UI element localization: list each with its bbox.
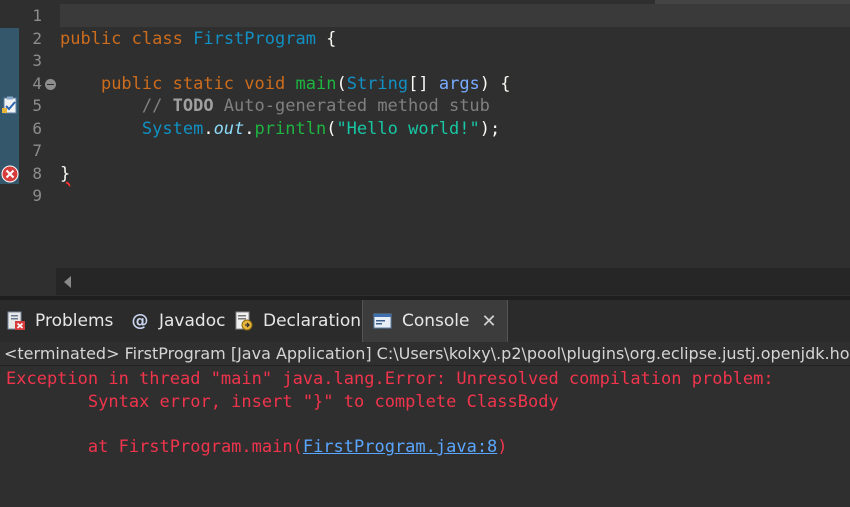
line-number: 3 <box>32 51 42 70</box>
bottom-panel-tabs: Problems @ Javadoc Declaration Console ✕ <box>0 296 850 342</box>
tab-declaration[interactable]: Declaration <box>234 300 361 342</box>
closing-brace-error: } <box>60 163 71 184</box>
tab-label: Declaration <box>263 311 362 331</box>
keyword: static <box>172 73 235 94</box>
code-line-2[interactable]: public class FirstProgram { <box>60 28 850 51</box>
paren: ( <box>326 118 337 139</box>
keyword: public <box>100 73 163 94</box>
task-icon[interactable] <box>1 96 19 114</box>
method-name: main <box>295 73 337 94</box>
code-line-6[interactable]: System.out.println("Hello world!"); <box>60 118 850 141</box>
string-literal: "Hello world!" <box>336 118 480 139</box>
method-name: println <box>254 118 327 139</box>
code-editor[interactable]: 1 2 3 4 5 6 7 8 9 public class FirstProg… <box>0 0 850 296</box>
array-brackets: [] <box>408 73 439 94</box>
keyword: public <box>60 28 122 49</box>
type-name: String <box>346 73 409 94</box>
paren: ) { <box>479 73 511 94</box>
declaration-icon <box>235 311 253 331</box>
code-line-5[interactable]: // TODO Auto-generated method stub <box>60 95 850 118</box>
console-output[interactable]: Exception in thread "main" java.lang.Err… <box>0 367 850 507</box>
dot: . <box>203 118 214 139</box>
line-number-gutter: 1 2 3 4 5 6 7 8 9 <box>22 5 60 208</box>
code-area[interactable]: public class FirstProgram { public stati… <box>60 5 850 208</box>
fold-collapse-icon[interactable] <box>45 78 56 90</box>
console-icon <box>373 313 392 329</box>
static-field: out <box>213 118 245 139</box>
keyword: void <box>244 73 286 94</box>
keyword: class <box>131 28 183 49</box>
paren: ); <box>479 118 501 139</box>
scroll-left-icon[interactable] <box>64 276 71 288</box>
stacktrace-suffix: ) <box>497 437 508 457</box>
line-number: 6 <box>32 118 42 138</box>
dot: . <box>244 118 255 139</box>
tab-label: Javadoc <box>159 311 226 331</box>
line-number-4: 4 <box>22 73 60 96</box>
comment-text: Auto-generated method stub <box>213 96 490 116</box>
todo-tag: TODO <box>172 96 214 116</box>
brace: { <box>315 28 337 49</box>
source-link[interactable]: FirstProgram.java:8 <box>303 437 497 457</box>
parameter: args <box>438 73 480 94</box>
code-line-9[interactable] <box>60 185 850 208</box>
line-number: 8 <box>32 163 42 183</box>
paren: ( <box>336 73 347 94</box>
console-stacktrace-line: at FirstProgram.main(FirstProgram.java:8… <box>6 437 508 457</box>
code-line-8[interactable]: } <box>60 163 850 186</box>
code-line-4[interactable]: public static void main(String[] args) { <box>60 73 850 96</box>
annotation-ruler[interactable] <box>0 0 22 296</box>
line-number: 9 <box>32 186 42 205</box>
console-error-line: Exception in thread "main" java.lang.Err… <box>6 369 784 389</box>
problems-icon <box>7 311 25 330</box>
code-line-1[interactable] <box>60 5 850 28</box>
tab-console[interactable]: Console ✕ <box>362 300 508 342</box>
comment: // <box>141 96 173 116</box>
tab-javadoc[interactable]: @ Javadoc <box>130 300 226 342</box>
code-line-3[interactable] <box>60 50 850 73</box>
console-error-line: Syntax error, insert "}" to complete Cla… <box>6 392 559 412</box>
line-number: 4 <box>32 73 42 93</box>
console-status-line: <terminated> FirstProgram [Java Applicat… <box>0 342 850 366</box>
tab-label: Console <box>402 311 470 331</box>
code-line-7[interactable] <box>60 140 850 163</box>
line-number: 2 <box>32 28 42 48</box>
close-icon[interactable]: ✕ <box>482 311 497 332</box>
stacktrace-prefix: at FirstProgram.main( <box>6 437 303 457</box>
class-name: System <box>141 118 204 139</box>
tab-problems[interactable]: Problems <box>6 300 113 342</box>
line-number: 1 <box>32 6 42 25</box>
javadoc-icon: @ <box>131 311 149 331</box>
class-name: FirstProgram <box>193 28 316 49</box>
line-number: 5 <box>32 96 42 115</box>
tab-label: Problems <box>35 311 114 331</box>
line-number: 7 <box>32 141 42 160</box>
error-icon[interactable] <box>1 165 19 183</box>
horizontal-scrollbar[interactable] <box>56 268 850 295</box>
